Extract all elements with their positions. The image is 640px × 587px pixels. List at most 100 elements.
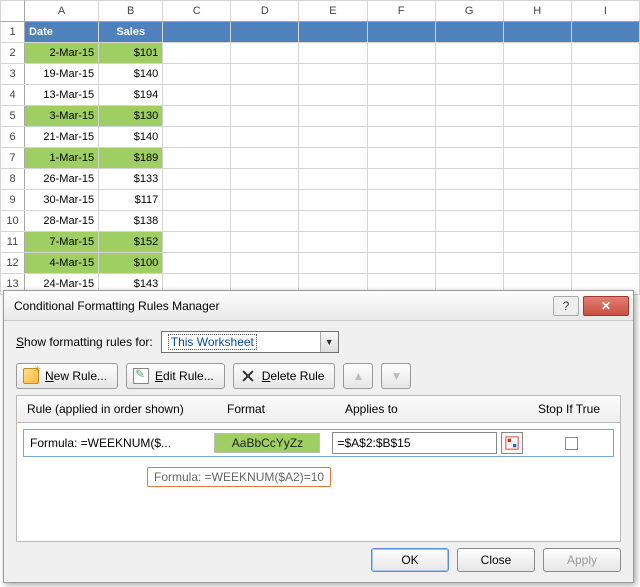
- cell[interactable]: 21-Mar-15: [25, 127, 99, 148]
- cell[interactable]: [503, 106, 571, 127]
- cell[interactable]: [231, 148, 299, 169]
- cell[interactable]: [435, 169, 503, 190]
- row-header[interactable]: 1: [1, 22, 25, 43]
- cell[interactable]: [435, 211, 503, 232]
- ok-button[interactable]: OK: [371, 548, 449, 572]
- applies-to-input[interactable]: [332, 432, 497, 454]
- cell[interactable]: 2-Mar-15: [25, 43, 99, 64]
- table-row[interactable]: 826-Mar-15$133: [1, 169, 640, 190]
- row-header[interactable]: 2: [1, 43, 25, 64]
- cell[interactable]: [503, 148, 571, 169]
- cell[interactable]: [231, 64, 299, 85]
- new-rule-button[interactable]: New Rule...: [16, 363, 118, 389]
- cell[interactable]: [571, 127, 639, 148]
- cell[interactable]: [571, 85, 639, 106]
- cell[interactable]: [163, 127, 231, 148]
- cell[interactable]: [163, 148, 231, 169]
- col-header[interactable]: G: [435, 1, 503, 22]
- cell[interactable]: 3-Mar-15: [25, 106, 99, 127]
- cell[interactable]: [299, 232, 367, 253]
- cell[interactable]: [571, 43, 639, 64]
- row-header[interactable]: 10: [1, 211, 25, 232]
- cell[interactable]: [299, 127, 367, 148]
- cell[interactable]: [163, 64, 231, 85]
- row-header[interactable]: 6: [1, 127, 25, 148]
- cell[interactable]: Date: [25, 22, 99, 43]
- cell[interactable]: [367, 232, 435, 253]
- cell[interactable]: [367, 148, 435, 169]
- cell[interactable]: [163, 190, 231, 211]
- cell[interactable]: 30-Mar-15: [25, 190, 99, 211]
- cell[interactable]: $189: [99, 148, 163, 169]
- cell[interactable]: [435, 127, 503, 148]
- cell[interactable]: [231, 85, 299, 106]
- cell[interactable]: [367, 190, 435, 211]
- rules-list[interactable]: Formula: =WEEKNUM($... AaBbCcYyZz: [16, 422, 621, 542]
- cell[interactable]: Sales: [99, 22, 163, 43]
- cell[interactable]: [435, 232, 503, 253]
- cell[interactable]: 4-Mar-15: [25, 253, 99, 274]
- cell[interactable]: [163, 169, 231, 190]
- cell[interactable]: [571, 232, 639, 253]
- table-row[interactable]: 71-Mar-15$189: [1, 148, 640, 169]
- cell[interactable]: [503, 127, 571, 148]
- row-header[interactable]: 7: [1, 148, 25, 169]
- cell[interactable]: [299, 253, 367, 274]
- table-row[interactable]: 1028-Mar-15$138: [1, 211, 640, 232]
- cell[interactable]: $117: [99, 190, 163, 211]
- table-row[interactable]: 621-Mar-15$140: [1, 127, 640, 148]
- cell[interactable]: [367, 253, 435, 274]
- cell[interactable]: [571, 253, 639, 274]
- cell[interactable]: [231, 253, 299, 274]
- cell[interactable]: [231, 43, 299, 64]
- close-button[interactable]: ✕: [583, 296, 629, 316]
- row-header[interactable]: 9: [1, 190, 25, 211]
- cell[interactable]: [503, 190, 571, 211]
- cell[interactable]: [231, 169, 299, 190]
- cell[interactable]: [435, 43, 503, 64]
- row-header[interactable]: 12: [1, 253, 25, 274]
- cell[interactable]: [571, 211, 639, 232]
- cell[interactable]: [231, 190, 299, 211]
- cell[interactable]: [163, 253, 231, 274]
- cell[interactable]: [503, 211, 571, 232]
- cell[interactable]: $100: [99, 253, 163, 274]
- cell[interactable]: $133: [99, 169, 163, 190]
- cell[interactable]: $138: [99, 211, 163, 232]
- cell[interactable]: [163, 43, 231, 64]
- cell[interactable]: 19-Mar-15: [25, 64, 99, 85]
- cell[interactable]: 26-Mar-15: [25, 169, 99, 190]
- cell[interactable]: [435, 22, 503, 43]
- apply-button[interactable]: Apply: [543, 548, 621, 572]
- cell[interactable]: $194: [99, 85, 163, 106]
- table-row[interactable]: 124-Mar-15$100: [1, 253, 640, 274]
- cell[interactable]: [435, 85, 503, 106]
- cell[interactable]: [367, 127, 435, 148]
- cell[interactable]: $152: [99, 232, 163, 253]
- col-header[interactable]: H: [503, 1, 571, 22]
- cell[interactable]: [367, 106, 435, 127]
- row-header[interactable]: 11: [1, 232, 25, 253]
- col-header[interactable]: D: [231, 1, 299, 22]
- cell[interactable]: [435, 106, 503, 127]
- cell[interactable]: [367, 22, 435, 43]
- row-header[interactable]: 8: [1, 169, 25, 190]
- stop-if-true-checkbox[interactable]: [565, 437, 578, 450]
- cell[interactable]: [571, 64, 639, 85]
- rule-row[interactable]: Formula: =WEEKNUM($... AaBbCcYyZz: [23, 429, 614, 457]
- cell[interactable]: [299, 190, 367, 211]
- col-header[interactable]: B: [99, 1, 163, 22]
- table-row[interactable]: 930-Mar-15$117: [1, 190, 640, 211]
- cell[interactable]: [571, 169, 639, 190]
- cell[interactable]: [299, 169, 367, 190]
- cell[interactable]: [299, 43, 367, 64]
- edit-rule-button[interactable]: Edit Rule...: [126, 363, 225, 389]
- cell[interactable]: [231, 211, 299, 232]
- range-picker-button[interactable]: [501, 432, 523, 454]
- cell[interactable]: [503, 169, 571, 190]
- cell[interactable]: [299, 64, 367, 85]
- col-header[interactable]: I: [571, 1, 639, 22]
- row-header[interactable]: 5: [1, 106, 25, 127]
- column-header-row[interactable]: A B C D E F G H I: [1, 1, 640, 22]
- table-row[interactable]: 53-Mar-15$130: [1, 106, 640, 127]
